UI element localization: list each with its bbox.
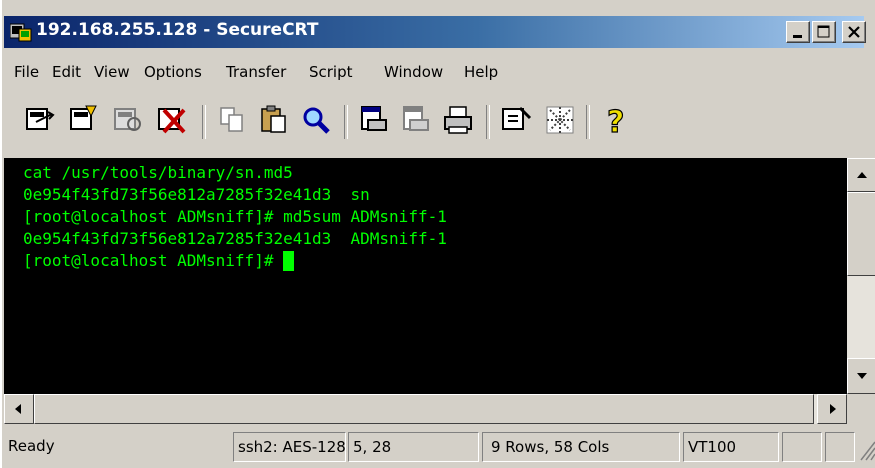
arrow-right-icon bbox=[830, 404, 836, 414]
menu-transfer[interactable]: Transfer bbox=[226, 63, 286, 81]
terminal-line-3: [root@localhost ADMsniff]# md5sum ADMsni… bbox=[23, 207, 447, 226]
global-options-icon[interactable] bbox=[542, 102, 578, 138]
status-position: 5, 28 bbox=[348, 432, 479, 462]
print-selection-icon[interactable] bbox=[398, 102, 434, 138]
copy-icon[interactable] bbox=[214, 102, 250, 138]
quick-connect-icon[interactable] bbox=[66, 102, 102, 138]
horizontal-scroll-thumb[interactable] bbox=[34, 394, 814, 424]
session-options-icon[interactable] bbox=[498, 102, 534, 138]
toolbar-separator bbox=[344, 105, 348, 139]
menu-help[interactable]: Help bbox=[464, 63, 498, 81]
arrow-down-icon bbox=[857, 373, 867, 379]
toolbar-separator bbox=[202, 105, 206, 139]
terminal-prompt: [root@localhost ADMsniff]# bbox=[23, 251, 284, 270]
menu-file[interactable]: File bbox=[14, 63, 39, 81]
scroll-thumb[interactable] bbox=[847, 192, 875, 276]
status-bar: Ready ssh2: AES-128 5, 28 9 Rows, 58 Col… bbox=[4, 428, 875, 468]
status-protocol: ssh2: AES-128 bbox=[233, 432, 346, 462]
status-extra-2 bbox=[825, 432, 855, 462]
minimize-icon bbox=[793, 35, 802, 38]
horizontal-scrollbar[interactable] bbox=[4, 394, 847, 424]
status-emulation: VT100 bbox=[683, 432, 779, 462]
maximize-button[interactable] bbox=[812, 21, 836, 43]
toolbar-separator bbox=[486, 105, 490, 139]
status-ready: Ready bbox=[8, 437, 55, 455]
menu-options[interactable]: Options bbox=[144, 63, 202, 81]
paste-icon[interactable] bbox=[256, 102, 292, 138]
print-icon[interactable] bbox=[440, 102, 476, 138]
svg-text:?: ? bbox=[607, 105, 624, 138]
menu-bar: File Edit View Options Transfer Script W… bbox=[4, 57, 864, 87]
minimize-button[interactable] bbox=[786, 21, 810, 43]
resize-grip-icon[interactable] bbox=[857, 436, 875, 462]
scrollbar-corner bbox=[847, 394, 875, 424]
help-icon[interactable]: ? bbox=[598, 102, 634, 138]
maximize-icon bbox=[817, 25, 830, 38]
scroll-down-button[interactable] bbox=[847, 358, 875, 394]
connect-icon[interactable] bbox=[22, 102, 58, 138]
terminal-cursor bbox=[283, 251, 295, 271]
window-title: 192.168.255.128 - SecureCRT bbox=[36, 20, 319, 40]
scroll-left-button[interactable] bbox=[4, 394, 34, 424]
arrow-up-icon bbox=[857, 172, 867, 178]
securecrt-app-icon[interactable] bbox=[10, 22, 32, 42]
reconnect-icon[interactable] bbox=[110, 102, 146, 138]
menu-edit[interactable]: Edit bbox=[52, 63, 81, 81]
menu-script[interactable]: Script bbox=[309, 63, 353, 81]
disconnect-icon[interactable] bbox=[154, 102, 190, 138]
find-icon[interactable] bbox=[298, 102, 334, 138]
scroll-right-button[interactable] bbox=[817, 394, 847, 424]
close-button[interactable] bbox=[842, 21, 866, 43]
status-extra-1 bbox=[782, 432, 822, 462]
toolbar-separator bbox=[586, 105, 590, 139]
status-size: 9 Rows, 58 Cols bbox=[482, 432, 680, 462]
scroll-up-button[interactable] bbox=[847, 158, 875, 192]
terminal-area[interactable]: cat /usr/tools/binary/sn.md5 0e954f43fd7… bbox=[4, 158, 847, 394]
title-bar[interactable]: 192.168.255.128 - SecureCRT bbox=[4, 16, 866, 48]
menu-view[interactable]: View bbox=[94, 63, 130, 81]
toolbar: ? bbox=[4, 93, 864, 153]
securecrt-window: 192.168.255.128 - SecureCRT File Edit Vi… bbox=[0, 0, 875, 468]
terminal-line-1: cat /usr/tools/binary/sn.md5 bbox=[23, 163, 293, 182]
terminal-line-4: 0e954f43fd73f56e812a7285f32e41d3 ADMsnif… bbox=[23, 229, 447, 248]
terminal-line-2: 0e954f43fd73f56e812a7285f32e41d3 sn bbox=[23, 185, 370, 204]
arrow-left-icon bbox=[15, 404, 21, 414]
vertical-scrollbar[interactable] bbox=[847, 158, 875, 394]
menu-window[interactable]: Window bbox=[384, 63, 443, 81]
close-icon bbox=[848, 26, 860, 38]
print-setup-icon[interactable] bbox=[356, 102, 392, 138]
terminal-prompt-line: [root@localhost ADMsniff]# bbox=[23, 251, 295, 271]
